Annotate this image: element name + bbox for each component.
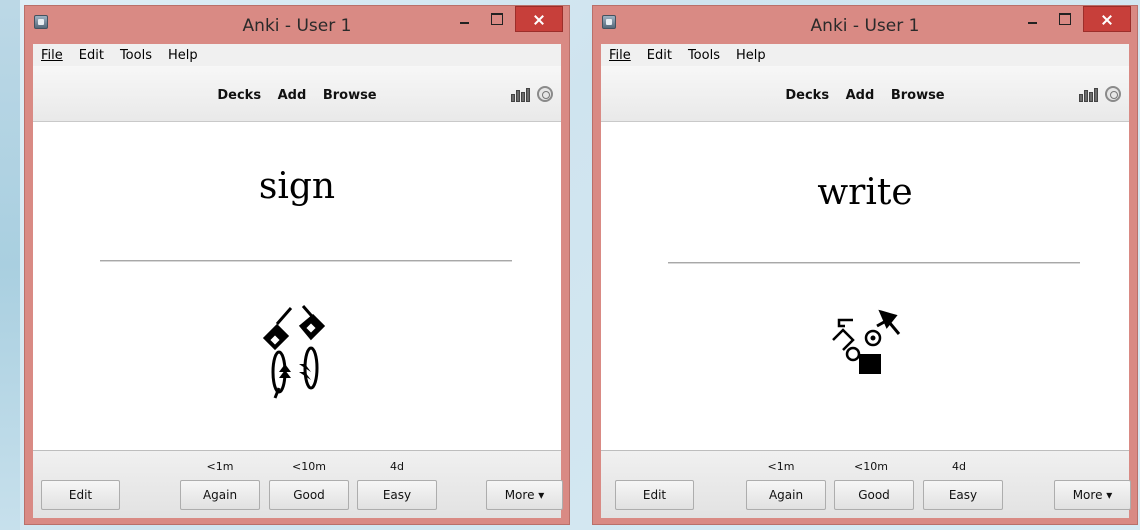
main-toolbar: Decks Add Browse (33, 66, 561, 122)
anki-window-1: Anki - User 1 File Edit Tools Help Decks… (24, 5, 570, 525)
answer-divider (100, 260, 512, 262)
menu-file[interactable]: File (601, 48, 639, 63)
menu-edit[interactable]: Edit (639, 48, 680, 63)
toolbar-add-link[interactable]: Add (278, 88, 307, 103)
more-button[interactable]: More ▾ (486, 480, 563, 510)
maximize-button[interactable] (482, 6, 512, 32)
signwriting-sign-glyph (262, 305, 326, 399)
main-toolbar: Decks Add Browse (601, 66, 1129, 122)
interval-good: <10m (854, 460, 888, 473)
easy-button[interactable]: Easy (923, 480, 1003, 510)
interval-again: <1m (767, 460, 795, 473)
title-bar[interactable]: Anki - User 1 (593, 6, 1137, 44)
again-button[interactable]: Again (180, 480, 260, 510)
anki-window-2: Anki - User 1 File Edit Tools Help Decks… (592, 5, 1138, 525)
desktop-background-strip (0, 0, 20, 530)
title-bar[interactable]: Anki - User 1 (25, 6, 569, 44)
interval-easy: 4d (952, 460, 966, 473)
more-button[interactable]: More ▾ (1054, 480, 1131, 510)
minimize-button[interactable] (450, 6, 480, 32)
interval-easy: 4d (390, 460, 404, 473)
interval-again: <1m (206, 460, 234, 473)
easy-button[interactable]: Easy (357, 480, 437, 510)
edit-button[interactable]: Edit (41, 480, 120, 510)
edit-button[interactable]: Edit (615, 480, 694, 510)
close-button[interactable] (1083, 6, 1131, 32)
answer-bar: <1m <10m 4d Edit Again Good Easy More ▾ (33, 450, 563, 518)
toolbar-decks-link[interactable]: Decks (217, 88, 261, 103)
maximize-button[interactable] (1050, 6, 1080, 32)
signwriting-write-glyph (832, 309, 901, 374)
sync-icon[interactable] (1105, 86, 1121, 102)
menu-tools[interactable]: Tools (112, 48, 160, 63)
stats-bars-icon[interactable] (1079, 88, 1099, 102)
interval-good: <10m (292, 460, 326, 473)
good-button[interactable]: Good (834, 480, 914, 510)
answer-divider (668, 262, 1080, 264)
toolbar-decks-link[interactable]: Decks (785, 88, 829, 103)
card-front-word: sign (258, 166, 336, 207)
menu-file[interactable]: File (33, 48, 71, 63)
menu-bar: File Edit Tools Help (601, 44, 1129, 66)
card-display: write (601, 122, 1129, 450)
card-front-word: write (817, 172, 913, 213)
minimize-button[interactable] (1018, 6, 1048, 32)
toolbar-browse-link[interactable]: Browse (323, 88, 377, 103)
good-button[interactable]: Good (269, 480, 349, 510)
sync-icon[interactable] (537, 86, 553, 102)
toolbar-browse-link[interactable]: Browse (891, 88, 945, 103)
toolbar-add-link[interactable]: Add (846, 88, 875, 103)
answer-bar: <1m <10m 4d Edit Again Good Easy More ▾ (601, 450, 1131, 518)
stats-bars-icon[interactable] (511, 88, 531, 102)
menu-bar: File Edit Tools Help (33, 44, 561, 66)
menu-edit[interactable]: Edit (71, 48, 112, 63)
menu-help[interactable]: Help (160, 48, 206, 63)
again-button[interactable]: Again (746, 480, 826, 510)
close-button[interactable] (515, 6, 563, 32)
menu-help[interactable]: Help (728, 48, 774, 63)
menu-tools[interactable]: Tools (680, 48, 728, 63)
card-display: sign (33, 122, 561, 450)
